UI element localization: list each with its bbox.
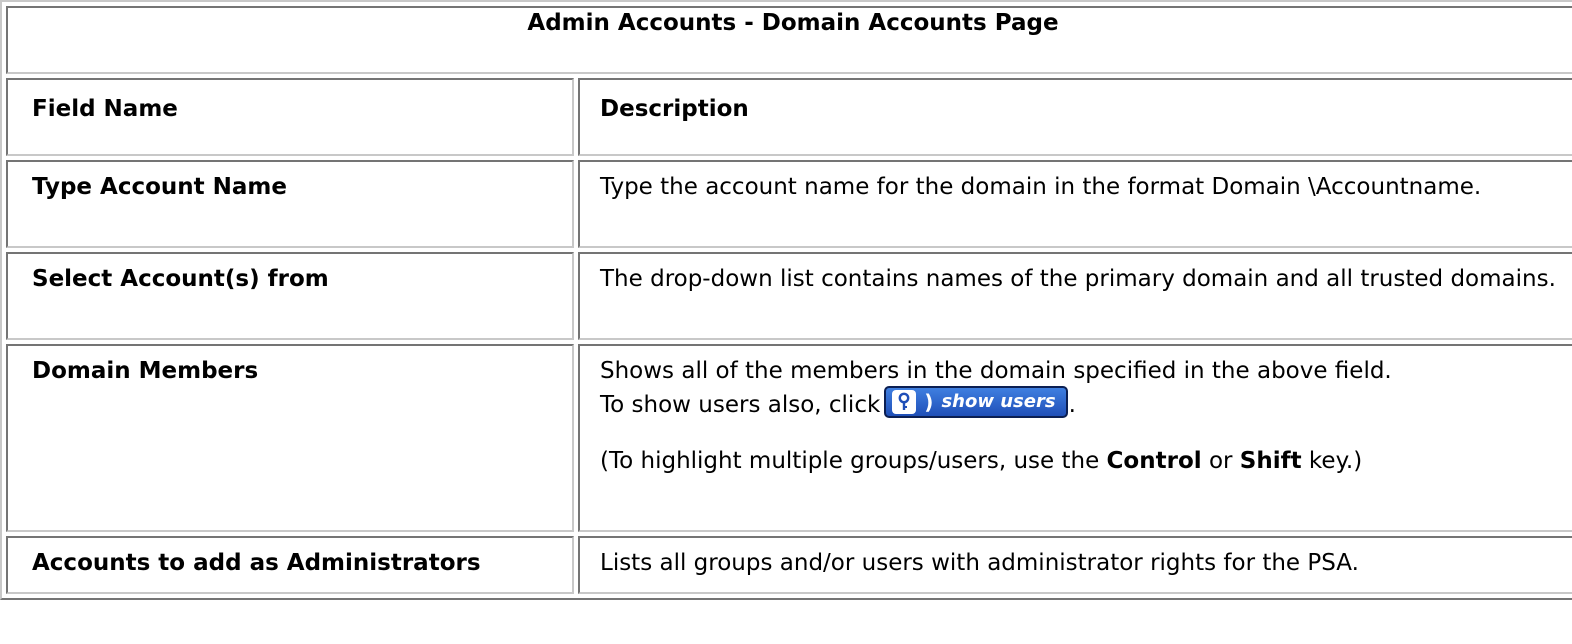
description-header: Description [578,78,1572,156]
table-row: Accounts to add as Administrators Lists … [6,536,1572,594]
description-type-account-name: Type the account name for the domain in … [578,160,1572,248]
caption-row: Admin Accounts - Domain Accounts Page [6,6,1572,74]
show-users-label: show users [941,391,1056,412]
table-row: Select Account(s) from The drop-down lis… [6,252,1572,340]
field-name-header: Field Name [6,78,574,156]
shift-key-label: Shift [1239,448,1302,474]
description-select-accounts-from: The drop-down list contains names of the… [578,252,1572,340]
domain-members-text: Shows all of the members in the domain s… [600,358,1392,384]
description-domain-members: Shows all of the members in the domain s… [578,344,1572,532]
multi-select-note: (To highlight multiple groups/users, use… [600,446,1558,476]
field-type-account-name: Type Account Name [6,160,574,248]
field-accounts-to-add: Accounts to add as Administrators [6,536,574,594]
description-accounts-to-add: Lists all groups and/or users with admin… [578,536,1572,594]
show-users-instruction: To show users also, click [600,392,881,418]
page: Admin Accounts - Domain Accounts Page Fi… [0,0,1572,644]
header-row: Field Name Description [6,78,1572,156]
note-or: or [1208,448,1233,474]
domain-members-paragraph: Shows all of the members in the domain s… [600,356,1558,420]
table-row: Domain Members Shows all of the members … [6,344,1572,532]
table-row: Type Account Name Type the account name … [6,160,1572,248]
field-select-accounts-from: Select Account(s) from [6,252,574,340]
domain-accounts-table: Admin Accounts - Domain Accounts Page Fi… [0,0,1572,600]
control-key-label: Control [1106,448,1202,474]
note-prefix: (To highlight multiple groups/users, use… [600,448,1100,474]
key-icon [892,390,917,414]
field-domain-members: Domain Members [6,344,574,532]
button-separator-glyph: ) [924,390,934,414]
show-users-period: . [1068,392,1076,418]
show-users-button[interactable]: ) show users [884,386,1068,418]
table-caption: Admin Accounts - Domain Accounts Page [6,6,1572,74]
note-suffix: key.) [1308,448,1363,474]
